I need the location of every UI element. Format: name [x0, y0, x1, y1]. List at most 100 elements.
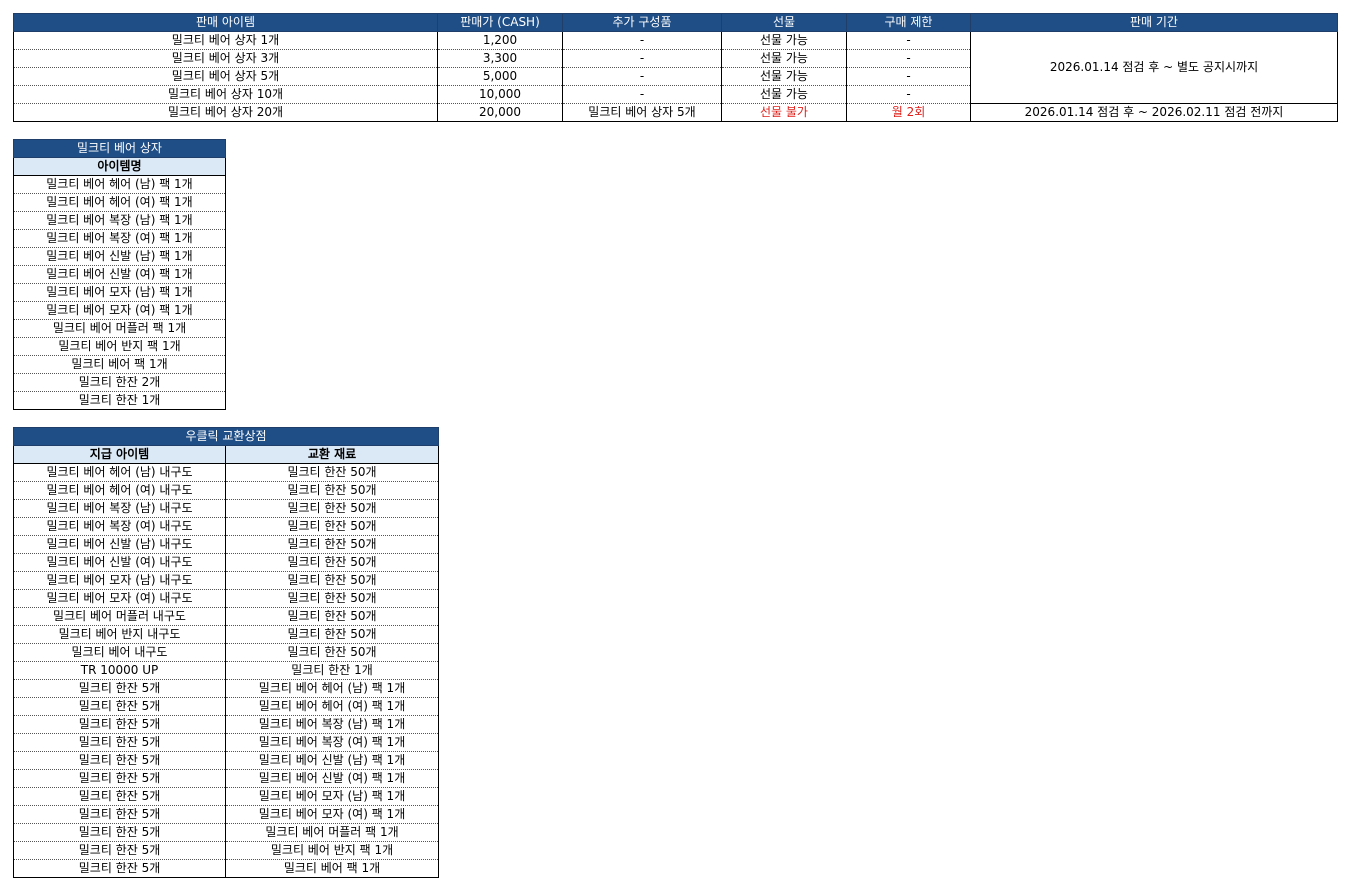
sales-header-gift: 선물: [721, 13, 847, 32]
exchange-reward: 밀크티 한잔 5개: [13, 859, 226, 878]
sales-price: 5,000: [437, 67, 563, 86]
box-item-name: 밀크티 베어 반지 팩 1개: [13, 337, 226, 356]
sales-table: 판매 아이템 판매가 (CASH) 추가 구성품 선물 구매 제한 판매 기간 …: [13, 13, 1338, 122]
sales-item: 밀크티 베어 상자 10개: [13, 85, 438, 104]
exchange-material: 밀크티 베어 헤어 (여) 팩 1개: [224, 697, 440, 716]
table-row: 밀크티 베어 머플러 내구도 밀크티 한잔 50개: [13, 607, 440, 626]
sales-period-b: 2026.01.14 점검 후 ~ 2026.02.11 점검 전까지: [970, 103, 1338, 122]
box-item-name: 밀크티 베어 팩 1개: [13, 355, 226, 374]
exchange-material: 밀크티 한잔 50개: [224, 589, 440, 608]
box-item-name: 밀크티 베어 헤어 (여) 팩 1개: [13, 193, 226, 212]
sales-price: 1,200: [437, 31, 563, 50]
table-row: 밀크티 베어 신발 (남) 내구도 밀크티 한잔 50개: [13, 535, 440, 554]
table-row: 밀크티 베어 헤어 (남) 내구도 밀크티 한잔 50개: [13, 463, 440, 482]
table-row: 밀크티 한잔 5개 밀크티 베어 헤어 (남) 팩 1개: [13, 679, 440, 698]
exchange-material: 밀크티 베어 신발 (여) 팩 1개: [224, 769, 440, 788]
exchange-reward: 밀크티 베어 신발 (여) 내구도: [13, 553, 226, 572]
sales-price: 3,300: [437, 49, 563, 68]
table-row: 밀크티 한잔 5개 밀크티 베어 복장 (여) 팩 1개: [13, 733, 440, 752]
exchange-material: 밀크티 베어 팩 1개: [224, 859, 440, 878]
exchange-reward: 밀크티 베어 복장 (여) 내구도: [13, 517, 226, 536]
exchange-material: 밀크티 한잔 50개: [224, 481, 440, 500]
exchange-material: 밀크티 한잔 50개: [224, 463, 440, 482]
sales-header-extra: 추가 구성품: [562, 13, 722, 32]
exchange-reward: 밀크티 한잔 5개: [13, 715, 226, 734]
exchange-material: 밀크티 베어 복장 (남) 팩 1개: [224, 715, 440, 734]
list-item: 밀크티 베어 머플러 팩 1개: [13, 319, 226, 338]
exchange-material: 밀크티 한잔 50개: [224, 643, 440, 662]
box-item-name: 밀크티 베어 헤어 (남) 팩 1개: [13, 175, 226, 194]
exchange-material: 밀크티 베어 모자 (남) 팩 1개: [224, 787, 440, 806]
exchange-reward: 밀크티 베어 모자 (여) 내구도: [13, 589, 226, 608]
table-row: 밀크티 한잔 5개 밀크티 베어 신발 (여) 팩 1개: [13, 769, 440, 788]
sales-gift: 선물 불가: [721, 103, 847, 122]
sales-limit: -: [846, 49, 971, 68]
box-item-name: 밀크티 베어 신발 (남) 팩 1개: [13, 247, 226, 266]
box-item-name: 밀크티 베어 신발 (여) 팩 1개: [13, 265, 226, 284]
exchange-material: 밀크티 한잔 50개: [224, 553, 440, 572]
box-item-name: 밀크티 베어 머플러 팩 1개: [13, 319, 226, 338]
sales-price: 10,000: [437, 85, 563, 104]
list-item: 밀크티 베어 복장 (남) 팩 1개: [13, 211, 226, 230]
table-row: 밀크티 한잔 5개 밀크티 베어 머플러 팩 1개: [13, 823, 440, 842]
sales-limit: 월 2회: [846, 103, 971, 122]
sales-gift: 선물 가능: [721, 49, 847, 68]
exchange-reward: TR 10000 UP: [13, 661, 226, 680]
table-row: 밀크티 한잔 5개 밀크티 베어 모자 (남) 팩 1개: [13, 787, 440, 806]
exchange-reward: 밀크티 베어 모자 (남) 내구도: [13, 571, 226, 590]
exchange-material: 밀크티 한잔 50개: [224, 625, 440, 644]
exchange-material: 밀크티 베어 모자 (여) 팩 1개: [224, 805, 440, 824]
exchange-reward: 밀크티 베어 반지 내구도: [13, 625, 226, 644]
sales-limit: -: [846, 85, 971, 104]
box-item-name: 밀크티 베어 모자 (여) 팩 1개: [13, 301, 226, 320]
list-item: 밀크티 베어 헤어 (여) 팩 1개: [13, 193, 226, 212]
exchange-material: 밀크티 베어 머플러 팩 1개: [224, 823, 440, 842]
exchange-body: 밀크티 베어 헤어 (남) 내구도 밀크티 한잔 50개 밀크티 베어 헤어 (여)…: [13, 463, 440, 878]
sales-limit: -: [846, 67, 971, 86]
exchange-reward: 밀크티 한잔 5개: [13, 769, 226, 788]
exchange-title: 우클릭 교환상점: [12, 427, 440, 446]
exchange-header-reward: 지급 아이템: [13, 445, 226, 464]
table-row: 밀크티 베어 복장 (남) 내구도 밀크티 한잔 50개: [13, 499, 440, 518]
list-item: 밀크티 베어 모자 (여) 팩 1개: [13, 301, 226, 320]
exchange-reward: 밀크티 베어 헤어 (남) 내구도: [13, 463, 226, 482]
box-item-name: 밀크티 베어 복장 (남) 팩 1개: [13, 211, 226, 230]
sales-header-item: 판매 아이템: [13, 13, 438, 32]
sales-limit: -: [846, 31, 971, 50]
list-item: 밀크티 베어 모자 (남) 팩 1개: [13, 283, 226, 302]
sales-item: 밀크티 베어 상자 3개: [13, 49, 438, 68]
sales-extra: -: [562, 49, 722, 68]
sales-header-price: 판매가 (CASH): [437, 13, 563, 32]
list-item: 밀크티 베어 반지 팩 1개: [13, 337, 226, 356]
sales-item: 밀크티 베어 상자 1개: [13, 31, 438, 50]
exchange-material: 밀크티 한잔 50개: [224, 517, 440, 536]
exchange-reward: 밀크티 한잔 5개: [13, 823, 226, 842]
sales-price: 20,000: [437, 103, 563, 122]
sales-gift: 선물 가능: [721, 31, 847, 50]
list-item: 밀크티 베어 신발 (여) 팩 1개: [13, 265, 226, 284]
exchange-header-material: 교환 재료: [224, 445, 440, 464]
exchange-table: 우클릭 교환상점 지급 아이템 교환 재료 밀크티 베어 헤어 (남) 내구도 밀…: [12, 427, 440, 878]
sales-gift: 선물 가능: [721, 85, 847, 104]
exchange-reward: 밀크티 한잔 5개: [13, 787, 226, 806]
sales-extra: -: [562, 31, 722, 50]
table-row: 밀크티 한잔 5개 밀크티 베어 신발 (남) 팩 1개: [13, 751, 440, 770]
table-row: 밀크티 한잔 5개 밀크티 베어 복장 (남) 팩 1개: [13, 715, 440, 734]
table-row: 밀크티 베어 상자 1개 1,200 - 선물 가능 - 2026.01.14 …: [13, 31, 1338, 104]
sales-item: 밀크티 베어 상자 5개: [13, 67, 438, 86]
exchange-reward: 밀크티 베어 내구도: [13, 643, 226, 662]
exchange-reward: 밀크티 한잔 5개: [13, 805, 226, 824]
exchange-material: 밀크티 베어 헤어 (남) 팩 1개: [224, 679, 440, 698]
box-item-name: 밀크티 한잔 1개: [13, 391, 226, 410]
box-title: 밀크티 베어 상자: [13, 139, 226, 158]
table-row: TR 10000 UP 밀크티 한잔 1개: [13, 661, 440, 680]
exchange-material: 밀크티 한잔 50개: [224, 607, 440, 626]
exchange-material: 밀크티 한잔 50개: [224, 499, 440, 518]
list-item: 밀크티 베어 신발 (남) 팩 1개: [13, 247, 226, 266]
exchange-reward: 밀크티 베어 복장 (남) 내구도: [13, 499, 226, 518]
exchange-reward: 밀크티 한잔 5개: [13, 841, 226, 860]
list-item: 밀크티 베어 복장 (여) 팩 1개: [13, 229, 226, 248]
table-row: 밀크티 베어 헤어 (여) 내구도 밀크티 한잔 50개: [13, 481, 440, 500]
exchange-reward: 밀크티 한잔 5개: [13, 697, 226, 716]
table-row: 밀크티 베어 상자 20개 20,000 밀크티 베어 상자 5개 선물 불가 …: [13, 103, 1338, 122]
